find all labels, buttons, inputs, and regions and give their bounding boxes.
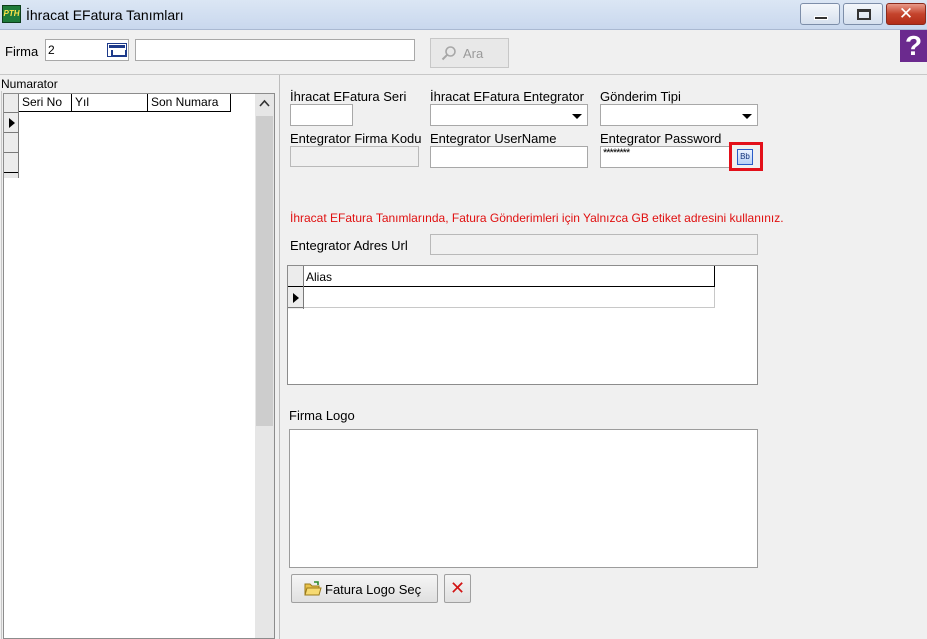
scroll-thumb[interactable] (256, 116, 273, 426)
numarator-label: Numarator (1, 77, 58, 91)
chevron-down-icon[interactable] (572, 114, 582, 119)
password-value: ******** (603, 147, 630, 159)
app-icon: PTH (2, 5, 21, 23)
delete-icon: ✕ (450, 578, 466, 598)
column-header-son-numara[interactable]: Son Numara (148, 94, 231, 111)
row-indicator[interactable] (4, 153, 18, 173)
alias-row-indicator[interactable] (288, 287, 303, 308)
header-corner (4, 94, 18, 113)
left-frame-line (1, 91, 2, 639)
show-password-button[interactable]: Bb (737, 149, 753, 165)
lookup-icon[interactable] (107, 43, 127, 57)
vertical-scrollbar[interactable] (255, 94, 274, 638)
adres-url-label: Entegrator Adres Url (290, 238, 408, 253)
search-button[interactable]: Ara (430, 38, 509, 68)
gonderim-tipi-select[interactable] (600, 104, 758, 126)
row-indicator[interactable] (4, 133, 18, 153)
entegrator-label: İhracat EFatura Entegrator (430, 89, 584, 104)
select-logo-button-label: Fatura Logo Seç (325, 582, 422, 597)
row-indicator-column (4, 94, 19, 178)
seri-value (291, 105, 295, 109)
scroll-up-icon[interactable] (259, 99, 270, 107)
maximize-icon (857, 9, 871, 20)
folder-open-icon (304, 581, 322, 596)
current-row-arrow-icon (293, 293, 299, 303)
seri-input[interactable] (290, 104, 353, 126)
delete-logo-button[interactable]: ✕ (444, 574, 471, 603)
chevron-down-icon[interactable] (742, 114, 752, 119)
firma-logo-label: Firma Logo (289, 408, 355, 423)
firma-name-value (136, 41, 140, 45)
username-input[interactable] (430, 146, 588, 168)
search-icon (441, 46, 456, 61)
adres-url-value (431, 235, 435, 239)
firma-code-input[interactable]: 2 (45, 39, 129, 61)
maximize-button[interactable] (843, 3, 883, 25)
alias-row-indicator-column (288, 266, 304, 309)
gonderim-tipi-label: Gönderim Tipi (600, 89, 681, 104)
search-button-label: Ara (463, 46, 484, 61)
entegrator-value (431, 105, 435, 109)
column-header-yil[interactable]: Yıl (72, 94, 148, 111)
help-icon[interactable]: ? (900, 30, 927, 62)
numarator-grid-header: Seri No Yıl Son Numara (19, 94, 231, 112)
current-row-arrow-icon (9, 118, 15, 128)
firma-kodu-value (291, 147, 295, 151)
alias-grid-header: Alias (304, 266, 715, 287)
minimize-button[interactable] (800, 3, 840, 25)
alias-row[interactable] (304, 287, 715, 308)
firma-name-input (135, 39, 415, 61)
alias-header-corner (288, 266, 303, 287)
minimize-icon (814, 16, 828, 20)
panel-splitter[interactable] (279, 75, 280, 639)
firma-code-value: 2 (48, 43, 55, 57)
column-header-seri-no[interactable]: Seri No (19, 94, 72, 111)
firma-kodu-label: Entegrator Firma Kodu (290, 131, 422, 146)
close-icon: ✕ (898, 4, 914, 23)
alias-grid[interactable]: Alias (287, 265, 758, 385)
select-logo-button[interactable]: Fatura Logo Seç (291, 574, 438, 603)
password-input[interactable]: ******** (600, 146, 730, 168)
firma-label: Firma (5, 44, 39, 59)
firma-kodu-input (290, 146, 419, 167)
column-header-alias[interactable]: Alias (306, 270, 332, 284)
row-indicator[interactable] (4, 113, 18, 133)
seri-label: İhracat EFatura Seri (290, 89, 407, 104)
username-value (431, 147, 435, 151)
window-title: İhracat EFatura Tanımları (26, 7, 184, 23)
adres-url-input (430, 234, 758, 255)
entegrator-select[interactable] (430, 104, 588, 126)
close-button[interactable]: ✕ (886, 3, 926, 25)
toolbar-divider (0, 74, 927, 75)
username-label: Entegrator UserName (430, 131, 557, 146)
password-label: Entegrator Password (600, 131, 722, 146)
firma-logo-image-box[interactable] (289, 429, 758, 568)
warning-text: İhracat EFatura Tanımlarında, Fatura Gön… (290, 211, 784, 225)
gonderim-tipi-value (601, 105, 605, 109)
numarator-grid[interactable]: Seri No Yıl Son Numara (3, 93, 275, 639)
